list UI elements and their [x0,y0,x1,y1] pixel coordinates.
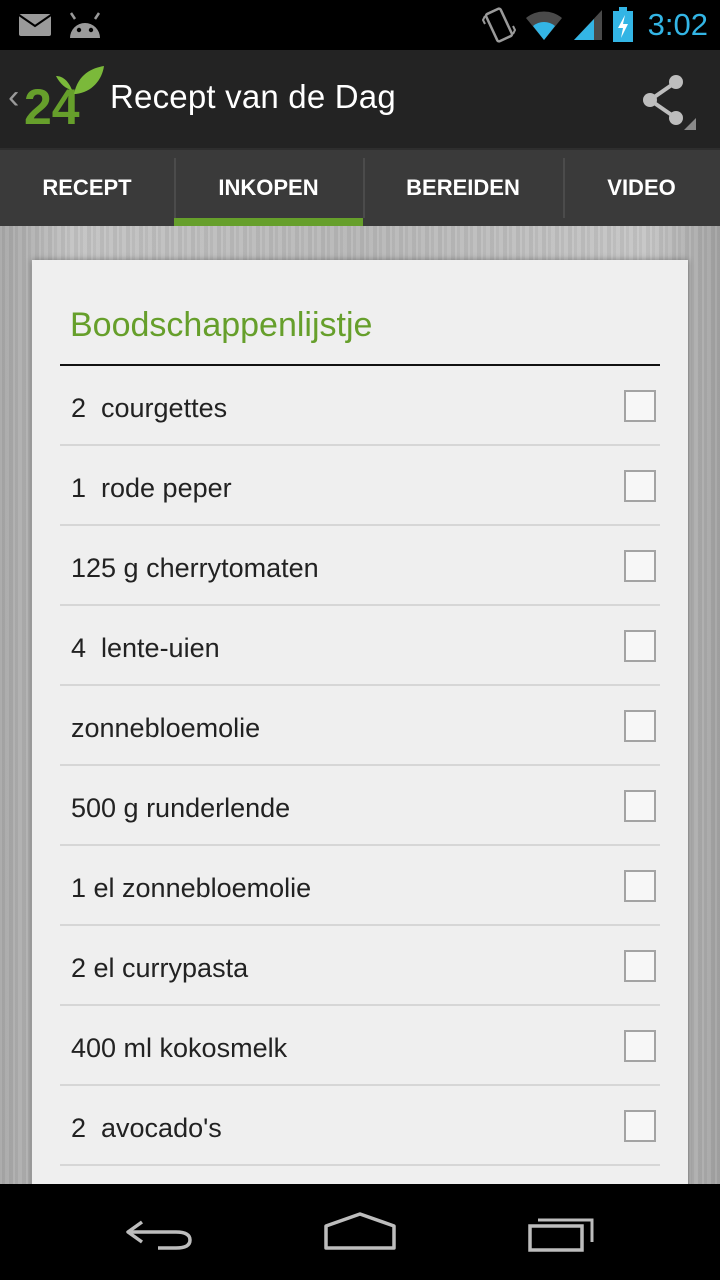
app-logo[interactable]: 24 [22,64,106,136]
item-checkbox[interactable] [624,470,656,502]
clock: 3:02 [647,7,708,42]
list-item[interactable]: 1 rode peper [60,446,660,526]
tab-bereiden[interactable]: BEREIDEN [363,150,563,226]
content-area: Boodschappenlijstje 2 courgettes 1 rode … [0,226,720,1184]
tab-inkopen[interactable]: INKOPEN [174,150,363,226]
shopping-list: 2 courgettes 1 rode peper 125 g cherryto… [60,366,660,1166]
list-item-label: 4 lente-uien [71,633,220,663]
list-item[interactable]: 2 el currypasta [60,926,660,1006]
list-item[interactable]: 2 avocado's [60,1086,660,1166]
status-bar: 3:02 [0,0,720,50]
android-icon [69,12,101,38]
shopping-list-title: Boodschappenlijstje [70,306,373,344]
svg-text:24: 24 [24,79,80,135]
item-checkbox[interactable] [624,550,656,582]
back-icon[interactable] [120,1208,200,1258]
wifi-icon [525,11,562,40]
tab-bar: RECEPT INKOPEN BEREIDEN VIDEO [0,148,720,226]
shopping-list-card: Boodschappenlijstje 2 courgettes 1 rode … [32,260,688,1184]
signal-icon [573,10,602,40]
item-checkbox[interactable] [624,950,656,982]
share-icon[interactable] [636,70,700,134]
list-item-label: 2 el currypasta [71,953,249,983]
mail-icon [18,14,52,36]
list-item[interactable]: zonnebloemolie [60,686,660,766]
list-item[interactable]: 2 courgettes [60,366,660,446]
list-item[interactable]: 4 lente-uien [60,606,660,686]
item-checkbox[interactable] [624,1030,656,1062]
list-item[interactable]: 1 el zonnebloemolie [60,846,660,926]
item-checkbox[interactable] [624,870,656,902]
list-item-label: 1 el zonnebloemolie [71,873,312,903]
list-item[interactable]: 500 g runderlende [60,766,660,846]
list-item-label: zonnebloemolie [71,713,261,743]
page-title: Recept van de Dag [110,78,396,115]
item-checkbox[interactable] [624,790,656,822]
list-item[interactable]: 400 ml kokosmelk [60,1006,660,1086]
item-checkbox[interactable] [624,710,656,742]
list-item-label: 125 g cherrytomaten [71,553,319,583]
list-item-label: 2 courgettes [71,393,228,423]
list-item-label: 2 avocado's [71,1113,222,1143]
item-checkbox[interactable] [624,390,656,422]
list-item-label: 400 ml kokosmelk [71,1033,288,1063]
home-icon[interactable] [320,1208,400,1258]
item-checkbox[interactable] [624,1110,656,1142]
navigation-bar [0,1184,720,1280]
item-checkbox[interactable] [624,630,656,662]
tab-video[interactable]: VIDEO [563,150,720,226]
tab-recept[interactable]: RECEPT [0,150,174,226]
list-item-label: 500 g runderlende [71,793,291,823]
recent-apps-icon[interactable] [522,1208,602,1258]
battery-charging-icon [612,7,633,42]
vibrate-icon [481,7,516,43]
list-item[interactable]: 125 g cherrytomaten [60,526,660,606]
up-caret-icon[interactable]: ‹ [8,78,19,117]
list-item-label: 1 rode peper [71,473,232,503]
action-bar: ‹ 24 Recept van de Dag [0,50,720,148]
